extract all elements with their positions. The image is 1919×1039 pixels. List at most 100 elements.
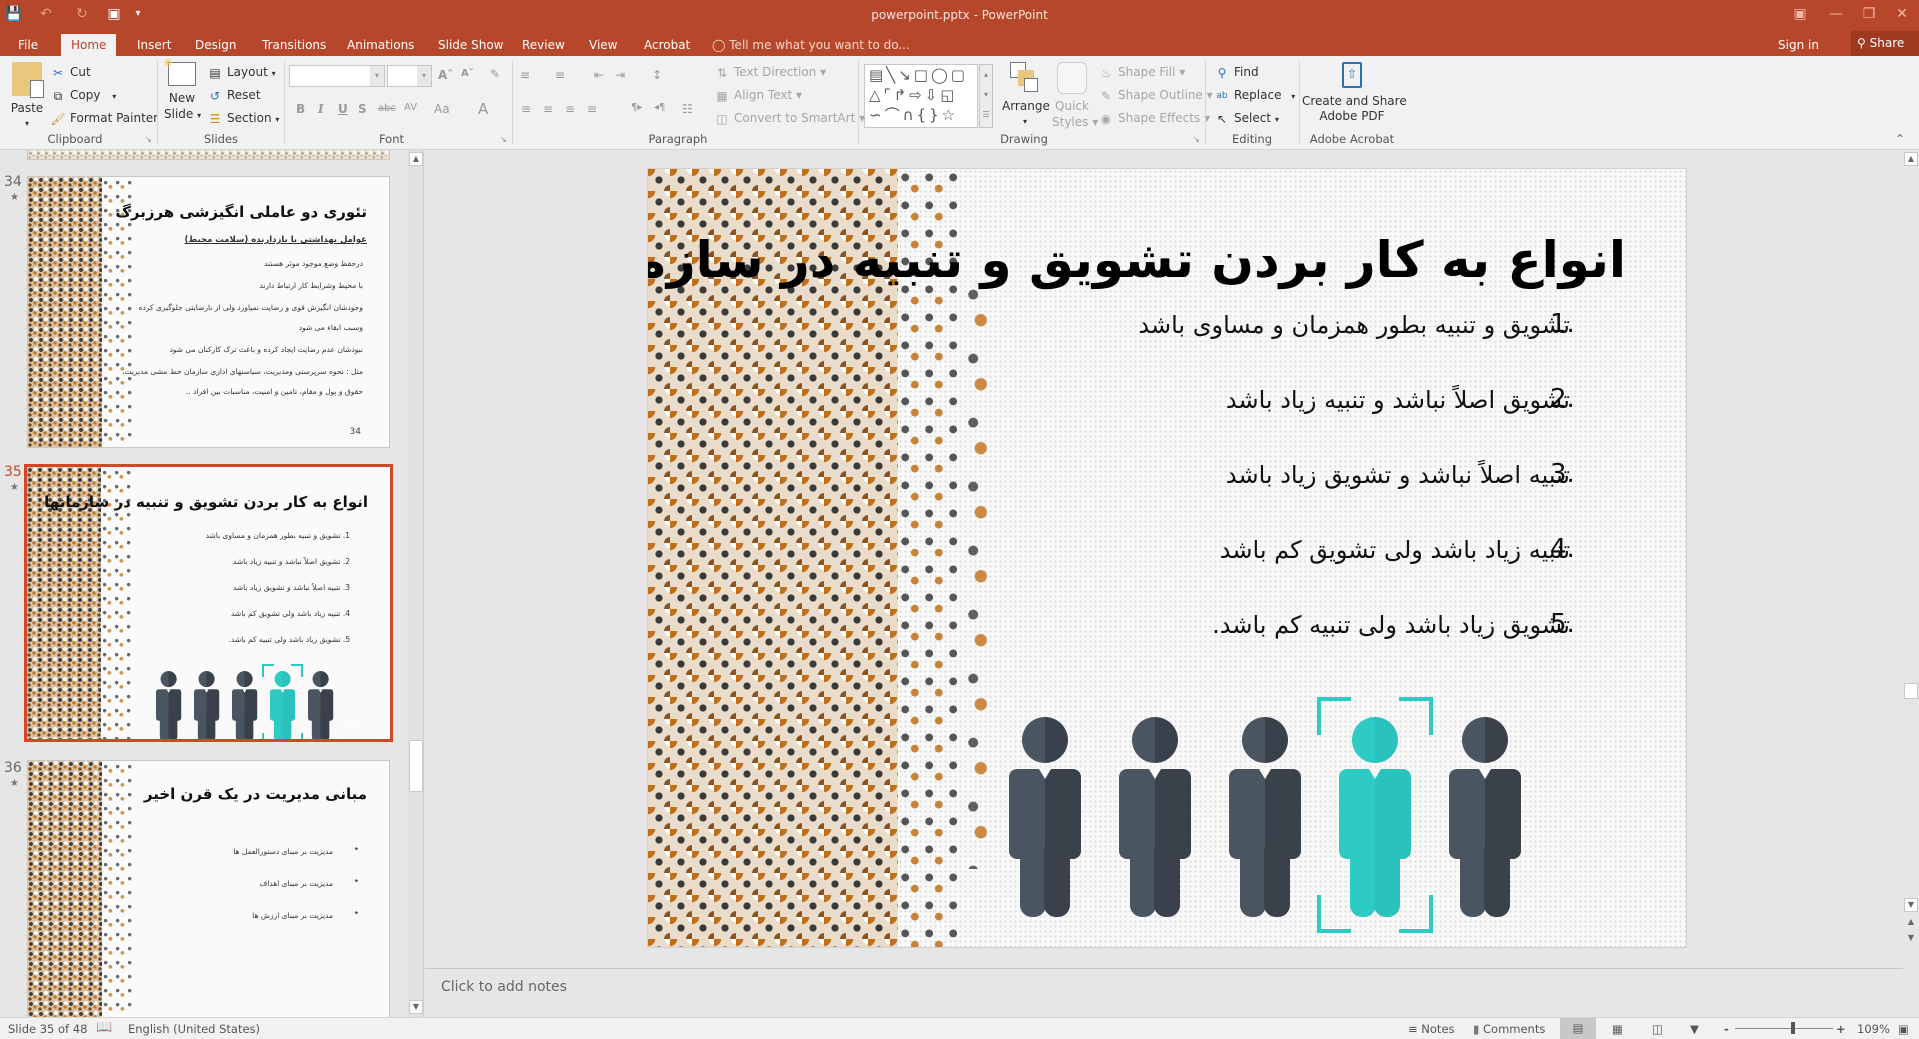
language-indicator[interactable]: English (United States) bbox=[128, 1022, 260, 1036]
slide-thumbnail-36[interactable]: مبانی مدیریت در یک قرن اخیر مدیریت بر مب… bbox=[27, 760, 390, 1017]
comments-button[interactable]: ▮ Comments bbox=[1473, 1022, 1545, 1036]
tab-home[interactable]: Home bbox=[61, 34, 117, 56]
section-button[interactable]: ☰ Section ▾ bbox=[207, 110, 280, 128]
grow-font-button[interactable]: Aˆ bbox=[438, 68, 453, 82]
new-slide-button[interactable]: ✳ New Slide ▾ bbox=[163, 56, 201, 124]
quick-styles-button[interactable]: Quick Styles ▾ bbox=[1052, 62, 1098, 130]
columns-icon[interactable]: ☷ bbox=[682, 102, 693, 116]
shrink-font-button[interactable]: Aˇ bbox=[461, 68, 474, 79]
align-text-button[interactable]: ▦ Align Text ▾ bbox=[714, 87, 802, 104]
numbering-icon[interactable]: ≡ bbox=[555, 68, 565, 82]
cut-button[interactable]: ✂ Cut bbox=[50, 64, 91, 81]
tab-file[interactable]: File bbox=[8, 34, 48, 56]
arrange-button[interactable]: Arrange ▾ bbox=[1002, 62, 1050, 130]
increase-indent-icon[interactable]: ⇥ bbox=[615, 68, 625, 82]
strikethrough-button[interactable]: abc bbox=[378, 103, 396, 114]
align-left-icon[interactable]: ≡ bbox=[521, 102, 531, 116]
rtl-icon[interactable]: ◂¶ bbox=[654, 102, 665, 113]
italic-button[interactable]: I bbox=[318, 102, 324, 116]
ltr-icon[interactable]: ¶▸ bbox=[631, 102, 642, 113]
zoom-slider-track[interactable] bbox=[1735, 1028, 1833, 1029]
zoom-out-button[interactable]: - bbox=[1724, 1022, 1729, 1036]
slide-show-button[interactable]: ▼ bbox=[1690, 1022, 1699, 1036]
tab-animations[interactable]: Animations bbox=[337, 34, 424, 56]
collapse-ribbon-icon[interactable]: ⌃ bbox=[1895, 132, 1905, 146]
current-slide[interactable]: انواع به کار بردن تشویق و تنبیه در سازما… bbox=[647, 168, 1687, 948]
scroll-up-button[interactable]: ▲ bbox=[1904, 152, 1918, 166]
slide-thumbnail-34[interactable]: تئوری دو عاملی انگیزشی هرزبرگ عوامل بهدا… bbox=[27, 176, 390, 448]
list-item-text[interactable]: تنبیه زیاد باشد ولی تشویق کم باشد bbox=[1220, 536, 1570, 564]
font-name-dropdown-icon[interactable]: ▾ bbox=[370, 66, 384, 86]
tab-view[interactable]: View bbox=[579, 34, 627, 56]
drawing-launcher-icon[interactable]: ↘ bbox=[1193, 135, 1200, 144]
clipboard-launcher-icon[interactable]: ↘ bbox=[145, 135, 152, 144]
select-button[interactable]: ↖ Select ▾ bbox=[1214, 110, 1279, 128]
character-spacing-button[interactable]: AV bbox=[404, 102, 417, 113]
previous-slide-button[interactable]: ▲ bbox=[1904, 916, 1918, 930]
shape-outline-button[interactable]: ✎ Shape Outline ▾ bbox=[1098, 87, 1213, 104]
slide-thumbnail-35[interactable]: انواع به کار بردن تشویق و تنبیه در سازما… bbox=[24, 464, 393, 742]
font-launcher-icon[interactable]: ↘ bbox=[500, 135, 507, 144]
underline-button[interactable]: U bbox=[338, 102, 348, 116]
copy-dropdown-icon[interactable]: ▾ bbox=[112, 92, 116, 101]
tab-transitions[interactable]: Transitions bbox=[252, 34, 336, 56]
font-color-button[interactable]: A bbox=[478, 100, 488, 118]
justify-icon[interactable]: ≡ bbox=[587, 102, 597, 116]
zoom-slider-thumb[interactable] bbox=[1791, 1022, 1796, 1034]
tab-slide-show[interactable]: Slide Show bbox=[428, 34, 513, 56]
sign-in-link[interactable]: Sign in bbox=[1778, 34, 1819, 56]
text-direction-button[interactable]: ⇅ Text Direction ▾ bbox=[714, 64, 826, 81]
minimize-icon[interactable]: — bbox=[1819, 0, 1853, 30]
clear-formatting-icon[interactable]: ✎ bbox=[490, 67, 500, 81]
decrease-indent-icon[interactable]: ⇤ bbox=[594, 68, 604, 82]
list-item-text[interactable]: تشویق زیاد باشد ولی تنبیه کم باشد. bbox=[1212, 611, 1570, 639]
list-item-text[interactable]: تشویق اصلاً نباشد و تنبیه زیاد باشد bbox=[1226, 386, 1570, 414]
reading-view-button[interactable]: ◫ bbox=[1652, 1022, 1663, 1036]
next-slide-button[interactable]: ▼ bbox=[1904, 932, 1918, 946]
spell-check-icon[interactable]: 📖 bbox=[96, 1020, 112, 1035]
shape-fill-button[interactable]: ♨ Shape Fill ▾ bbox=[1098, 64, 1186, 81]
new-slide-dropdown-icon[interactable]: ▾ bbox=[197, 111, 201, 120]
notes-pane[interactable]: Click to add notes bbox=[425, 968, 1903, 1017]
scroll-up-button[interactable]: ▲ bbox=[409, 152, 423, 166]
close-icon[interactable]: ✕ bbox=[1885, 0, 1919, 30]
share-button[interactable]: ⚲ Share bbox=[1851, 31, 1919, 56]
tell-me-box[interactable]: ◯ Tell me what you want to do... bbox=[712, 34, 910, 56]
scrollbar-thumb[interactable] bbox=[409, 740, 423, 792]
line-spacing-icon[interactable]: ↕ bbox=[652, 68, 662, 82]
change-case-button[interactable]: Aa bbox=[434, 102, 450, 116]
zoom-level[interactable]: 109% bbox=[1857, 1022, 1890, 1036]
replace-button[interactable]: ab Replace ▾ bbox=[1214, 87, 1295, 105]
fit-to-window-icon[interactable]: ▣ bbox=[1898, 1022, 1909, 1036]
shapes-gallery[interactable]: ▤╲↘□◯▢ △⌜↱⇨⇩◱ ∽⌒∩{}☆ bbox=[864, 64, 978, 128]
scroll-down-button[interactable]: ▼ bbox=[409, 1000, 423, 1014]
scrollbar-thumb[interactable] bbox=[1904, 683, 1918, 699]
notes-placeholder[interactable]: Click to add notes bbox=[441, 979, 567, 995]
thumbnail-scrollbar[interactable]: ▲ ▼ bbox=[408, 150, 423, 1017]
font-name-input[interactable]: ▾ bbox=[289, 65, 385, 87]
tab-insert[interactable]: Insert bbox=[127, 34, 181, 56]
bold-button[interactable]: B bbox=[296, 102, 305, 116]
text-shadow-button[interactable]: S bbox=[358, 102, 367, 116]
bullets-icon[interactable]: ≡ bbox=[520, 68, 530, 82]
slide-sorter-button[interactable]: ▦ bbox=[1612, 1022, 1623, 1036]
shape-effects-button[interactable]: ◉ Shape Effects ▾ bbox=[1098, 110, 1210, 127]
convert-to-smartart-button[interactable]: ◫ Convert to SmartArt ▾ bbox=[714, 110, 865, 127]
font-size-dropdown-icon[interactable]: ▾ bbox=[417, 66, 431, 86]
paste-dropdown-icon[interactable]: ▾ bbox=[10, 116, 44, 132]
restore-icon[interactable]: ❐ bbox=[1852, 0, 1886, 30]
reset-button[interactable]: ↺ Reset bbox=[207, 87, 261, 104]
scroll-down-button[interactable]: ▼ bbox=[1904, 898, 1918, 912]
find-button[interactable]: ⚲ Find bbox=[1214, 64, 1259, 81]
list-item-text[interactable]: تنبیه اصلاً نباشد و تشویق زیاد باشد bbox=[1226, 461, 1570, 489]
tab-acrobat[interactable]: Acrobat bbox=[634, 34, 700, 56]
copy-button[interactable]: ⧉ Copy ▾ bbox=[50, 87, 117, 105]
slide-scrollbar[interactable]: ▲ ▼ ▲ ▼ bbox=[1903, 150, 1919, 955]
font-size-input[interactable]: ▾ bbox=[387, 65, 432, 87]
align-right-icon[interactable]: ≡ bbox=[565, 102, 575, 116]
normal-view-button[interactable]: ▤ bbox=[1560, 1018, 1596, 1039]
tab-design[interactable]: Design bbox=[185, 34, 246, 56]
zoom-in-button[interactable]: + bbox=[1836, 1022, 1846, 1036]
list-item-text[interactable]: تشویق و تنبیه بطور همزمان و مساوی باشد bbox=[1138, 311, 1570, 339]
shapes-gallery-scroll[interactable]: ▴ ▾ ☰ bbox=[979, 64, 993, 128]
